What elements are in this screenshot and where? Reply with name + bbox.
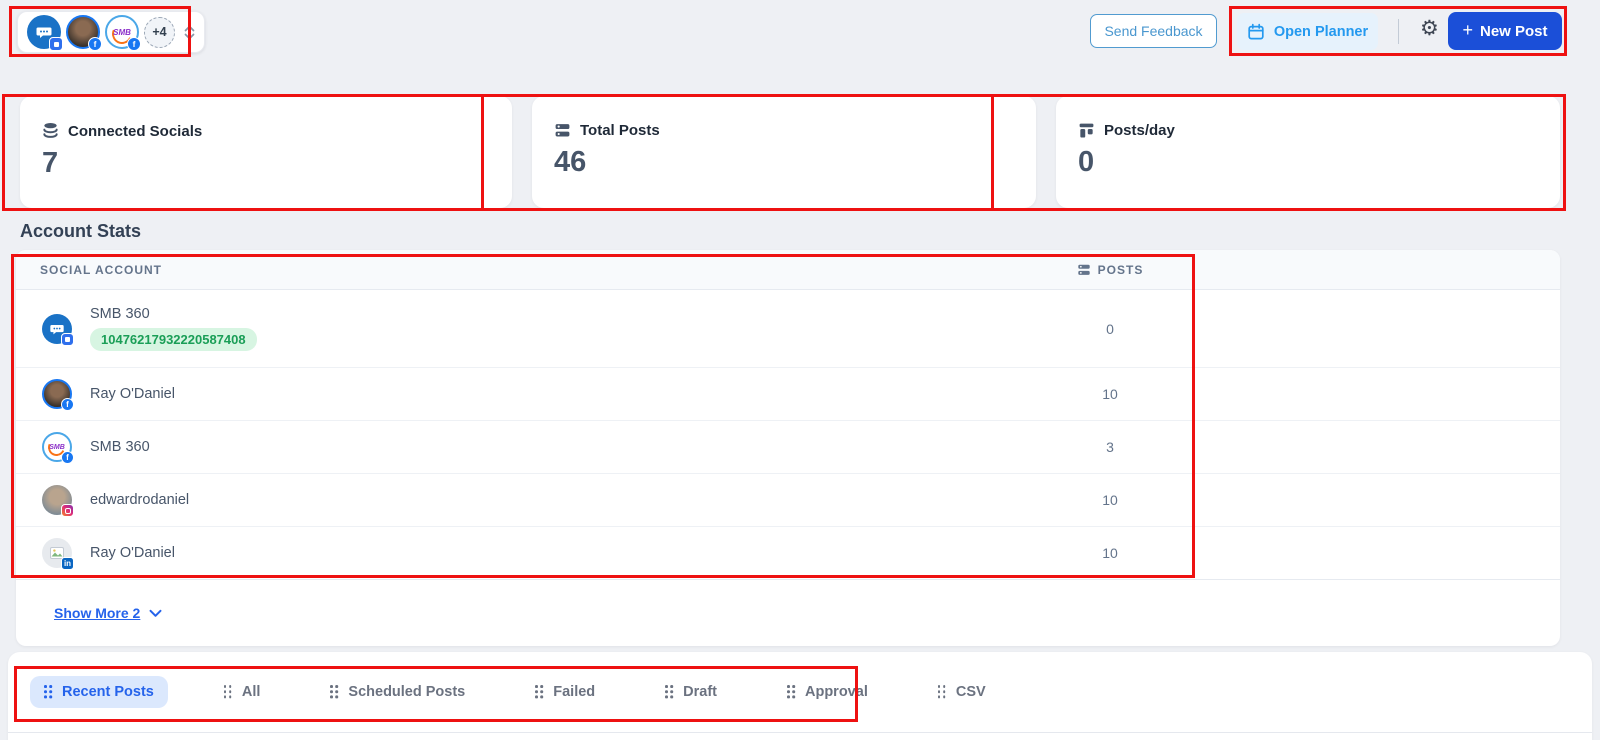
new-post-label: New Post xyxy=(1480,22,1548,40)
facebook-badge-icon: f xyxy=(61,398,74,411)
posts-count: 10 xyxy=(1102,545,1118,561)
account-stats-table: SOCIAL ACCOUNT POSTS SMB 360 10476217932… xyxy=(16,250,1560,646)
new-post-button[interactable]: + New Post xyxy=(1448,12,1562,50)
open-planner-button[interactable]: Open Planner xyxy=(1237,13,1378,50)
tab-label: All xyxy=(241,684,261,700)
account-name: Ray O'Daniel xyxy=(90,386,175,402)
account-name: Ray O'Daniel xyxy=(90,545,175,561)
avatar-smb360-blue xyxy=(42,313,74,346)
tab-failed[interactable]: Failed xyxy=(521,676,609,708)
connected-socials-value: 7 xyxy=(42,147,59,179)
avatar-ray-odaniel: f xyxy=(42,379,74,411)
drag-handle-icon[interactable] xyxy=(535,685,544,699)
table-row[interactable]: in Ray O'Daniel 10 xyxy=(16,527,1560,580)
linkedin-badge-icon: in xyxy=(61,557,74,570)
show-more-label: Show More 2 xyxy=(54,605,141,621)
connected-socials-card: Connected Socials 7 xyxy=(20,96,512,208)
tab-label: CSV xyxy=(955,684,986,700)
posts-per-day-card: Posts/day 0 xyxy=(1056,96,1560,208)
tab-scheduled-posts[interactable]: Scheduled Posts xyxy=(316,676,479,708)
logo-text: SMB xyxy=(49,443,65,451)
tab-all[interactable]: All xyxy=(210,676,275,708)
drag-handle-icon[interactable] xyxy=(665,685,674,699)
drag-handle-icon[interactable] xyxy=(937,685,947,699)
posts-count: 0 xyxy=(1106,320,1114,337)
plus-icon: + xyxy=(1462,19,1473,40)
table-header-row: SOCIAL ACCOUNT POSTS xyxy=(16,250,1560,290)
posts-per-day-value: 0 xyxy=(1078,146,1095,178)
calendar-icon xyxy=(1248,23,1264,39)
drag-handle-icon[interactable] xyxy=(787,685,796,699)
tab-label: Failed xyxy=(553,684,596,700)
table-row[interactable]: edwardrodaniel 10 xyxy=(16,474,1560,527)
social-account-column-header: SOCIAL ACCOUNT xyxy=(40,262,162,277)
tab-label: Recent Posts xyxy=(62,684,154,700)
drag-handle-icon[interactable] xyxy=(330,685,339,699)
chevron-down-icon xyxy=(149,609,162,617)
tab-csv[interactable]: CSV xyxy=(924,676,1000,708)
table-row[interactable]: SMB f SMB 360 3 xyxy=(16,421,1560,474)
account-name: SMB 360 xyxy=(90,439,150,455)
total-posts-label: Total Posts xyxy=(580,122,660,139)
header-actions: Send Feedback Open Planner ⚙ + New Post xyxy=(0,0,1600,64)
stack-icon xyxy=(1077,264,1090,275)
account-id-badge: 10476217932220587408 xyxy=(90,328,257,351)
database-icon xyxy=(43,122,58,138)
posts-count: 10 xyxy=(1102,386,1118,402)
column-chart-icon xyxy=(1079,123,1094,138)
total-posts-card: Total Posts 46 xyxy=(532,96,1036,208)
avatar-edwardrodaniel xyxy=(42,485,74,517)
drag-handle-icon[interactable] xyxy=(223,685,233,699)
tab-label: Draft xyxy=(683,684,717,700)
table-row[interactable]: SMB 360 10476217932220587408 0 xyxy=(16,290,1560,368)
posts-tabs: Recent Posts All Scheduled Posts Failed … xyxy=(8,652,1592,733)
posts-column-label: POSTS xyxy=(1097,262,1144,277)
messenger-badge-icon xyxy=(61,332,74,346)
facebook-badge-icon: f xyxy=(61,451,74,464)
tab-recent-posts[interactable]: Recent Posts xyxy=(30,676,168,708)
header-divider xyxy=(1398,19,1399,44)
show-more-link[interactable]: Show More 2 xyxy=(54,605,162,621)
send-feedback-button[interactable]: Send Feedback xyxy=(1090,14,1217,48)
table-row[interactable]: f Ray O'Daniel 10 xyxy=(16,368,1560,421)
total-posts-value: 46 xyxy=(554,146,587,178)
settings-gear-icon[interactable]: ⚙ xyxy=(1420,16,1439,40)
send-feedback-label: Send Feedback xyxy=(1104,23,1203,39)
posts-count: 10 xyxy=(1102,492,1118,508)
posts-column-header: POSTS xyxy=(1020,263,1200,277)
drag-handle-icon[interactable] xyxy=(44,685,53,699)
connected-socials-label: Connected Socials xyxy=(68,122,203,140)
posts-count: 3 xyxy=(1106,439,1114,455)
tab-label: Scheduled Posts xyxy=(348,684,466,700)
avatar-ray-odaniel-image: in xyxy=(42,538,74,570)
tab-label: Approval xyxy=(805,684,868,700)
avatar-smb360-logo: SMB f xyxy=(42,432,74,464)
instagram-badge-icon xyxy=(61,504,74,517)
tab-draft[interactable]: Draft xyxy=(651,676,731,708)
tab-approval[interactable]: Approval xyxy=(773,676,882,708)
account-name: SMB 360 xyxy=(90,306,150,322)
logo-text: SMB xyxy=(113,27,131,37)
dashboard-page: f SMB f +4 Send Feedback Open Planner ⚙ … xyxy=(0,0,1600,740)
account-stats-heading: Account Stats xyxy=(20,221,142,241)
posts-per-day-label: Posts/day xyxy=(1104,122,1175,139)
account-name: edwardrodaniel xyxy=(90,492,190,508)
open-planner-label: Open Planner xyxy=(1273,23,1369,40)
stack-icon xyxy=(555,124,570,137)
posts-section: Recent Posts All Scheduled Posts Failed … xyxy=(8,652,1592,740)
